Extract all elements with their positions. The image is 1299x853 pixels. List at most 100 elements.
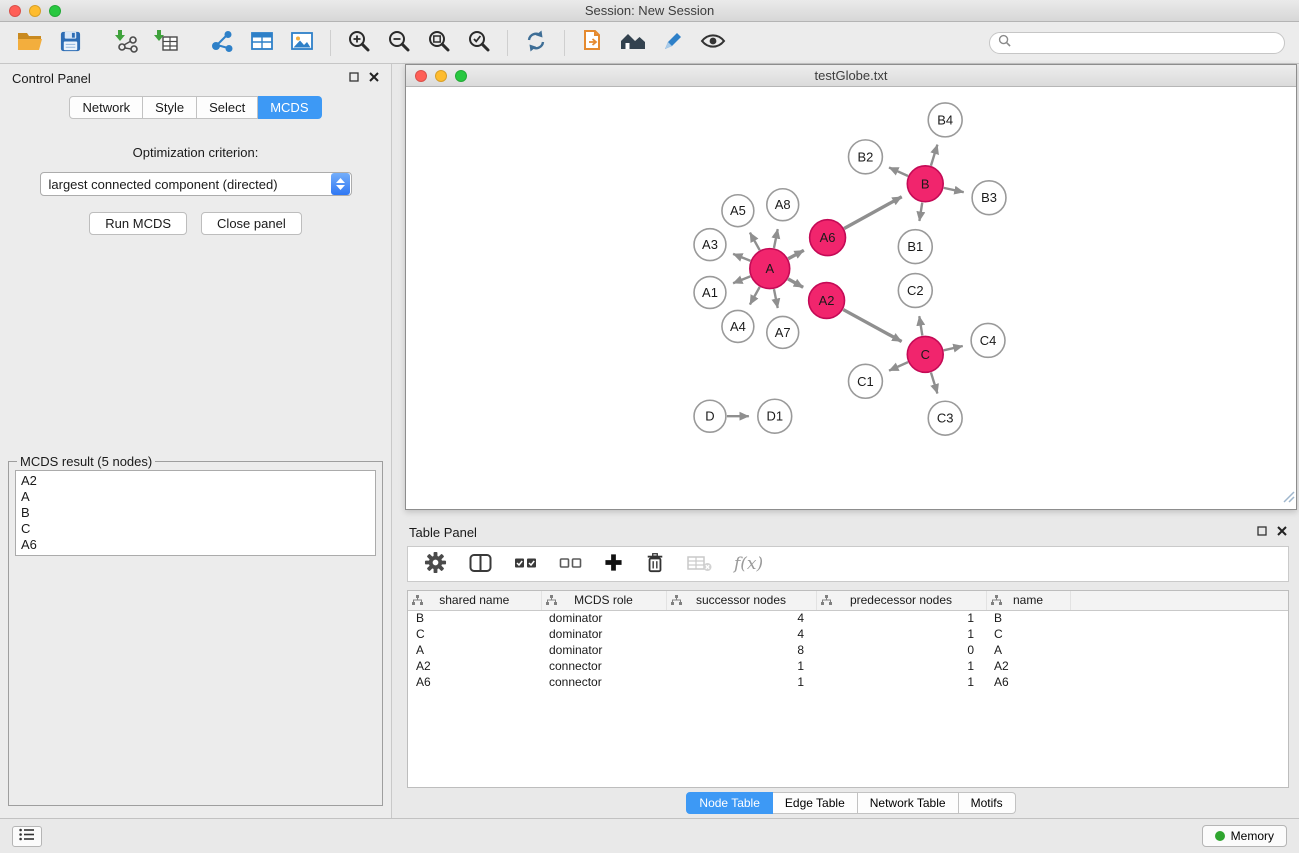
edge-C-C1[interactable]: [889, 362, 908, 370]
node-A[interactable]: A: [750, 249, 790, 289]
result-item[interactable]: B: [16, 505, 375, 521]
search-field[interactable]: [989, 32, 1285, 54]
column-header-name[interactable]: name: [986, 591, 1070, 610]
tab-style[interactable]: Style: [143, 96, 197, 119]
export-image-button[interactable]: [285, 27, 319, 59]
open-session-button[interactable]: [13, 27, 47, 59]
column-header-predecessor-nodes[interactable]: predecessor nodes: [816, 591, 986, 610]
edge-A-A8[interactable]: [774, 229, 778, 248]
edge-A-A4[interactable]: [750, 287, 760, 305]
node-A3[interactable]: A3: [694, 229, 726, 261]
show-hide-button[interactable]: [696, 27, 730, 59]
select-all-button[interactable]: [514, 555, 537, 574]
edge-A2-C[interactable]: [843, 310, 901, 342]
edge-A6-B[interactable]: [844, 197, 902, 229]
new-table-button[interactable]: [245, 27, 279, 59]
apply-style-button[interactable]: [656, 27, 690, 59]
column-header-MCDS-role[interactable]: MCDS role: [541, 591, 666, 610]
node-C[interactable]: C: [907, 336, 943, 372]
window-resize-handle[interactable]: [1283, 490, 1295, 508]
table-row[interactable]: Cdominator41C: [408, 626, 1288, 642]
float-table-panel-icon[interactable]: [1257, 523, 1267, 541]
node-A2[interactable]: A2: [809, 283, 845, 319]
column-header-successor-nodes[interactable]: successor nodes: [666, 591, 816, 610]
edge-A-A6[interactable]: [788, 250, 804, 258]
tab-select[interactable]: Select: [197, 96, 258, 119]
node-B4[interactable]: B4: [928, 103, 962, 137]
result-item[interactable]: C: [16, 521, 375, 537]
close-window-button[interactable]: [9, 5, 21, 17]
delete-column-button[interactable]: [645, 552, 665, 577]
edge-C-C2[interactable]: [919, 316, 922, 335]
function-builder-button[interactable]: f(x): [734, 554, 763, 574]
edge-A-A3[interactable]: [733, 254, 750, 261]
result-item[interactable]: A6: [16, 537, 375, 553]
network-close-button[interactable]: [415, 70, 427, 82]
zoom-out-button[interactable]: [382, 27, 416, 59]
tab-edge-table[interactable]: Edge Table: [773, 792, 858, 814]
float-panel-icon[interactable]: [349, 69, 359, 87]
node-A1[interactable]: A1: [694, 277, 726, 309]
import-table-button[interactable]: [149, 27, 183, 59]
table-row[interactable]: A2connector11A2: [408, 658, 1288, 674]
tab-network[interactable]: Network: [69, 96, 143, 119]
column-header-shared-name[interactable]: shared name: [408, 591, 541, 610]
show-columns-button[interactable]: [469, 553, 492, 576]
deselect-all-button[interactable]: [559, 555, 582, 574]
close-panel-icon[interactable]: [369, 69, 379, 87]
edge-C-C3[interactable]: [931, 372, 937, 393]
edge-B-B1[interactable]: [919, 203, 922, 221]
node-D1[interactable]: D1: [758, 399, 792, 433]
save-session-button[interactable]: [53, 27, 87, 59]
close-table-panel-icon[interactable]: [1277, 523, 1287, 541]
zoom-selected-button[interactable]: [462, 27, 496, 59]
node-C3[interactable]: C3: [928, 401, 962, 435]
edge-C-C4[interactable]: [944, 346, 963, 350]
node-B2[interactable]: B2: [849, 140, 883, 174]
tab-mcds[interactable]: MCDS: [258, 96, 321, 119]
memory-button[interactable]: Memory: [1202, 825, 1287, 847]
network-graph[interactable]: B4B2BB3A5A8A6A3B1AA1C2A2A4A7C4CC1DD1C3: [406, 87, 1296, 509]
result-item[interactable]: A2: [16, 473, 375, 489]
node-C4[interactable]: C4: [971, 323, 1005, 357]
table-row[interactable]: Bdominator41B: [408, 610, 1288, 626]
home-view-button[interactable]: [616, 27, 650, 59]
node-C1[interactable]: C1: [849, 364, 883, 398]
paste-button[interactable]: [576, 27, 610, 59]
edge-B-B4[interactable]: [931, 145, 937, 166]
edge-B-B2[interactable]: [889, 168, 908, 176]
node-A4[interactable]: A4: [722, 310, 754, 342]
mcds-result-list[interactable]: A2ABCA6: [15, 470, 376, 556]
add-column-button[interactable]: [604, 553, 623, 575]
close-panel-button[interactable]: Close panel: [201, 212, 302, 235]
edge-A-A5[interactable]: [750, 233, 760, 251]
tab-motifs[interactable]: Motifs: [959, 792, 1016, 814]
node-C2[interactable]: C2: [898, 274, 932, 308]
tab-network-table[interactable]: Network Table: [858, 792, 959, 814]
edge-A-A7[interactable]: [774, 289, 778, 308]
delete-table-button[interactable]: [687, 554, 712, 575]
node-A5[interactable]: A5: [722, 195, 754, 227]
edge-A-A2[interactable]: [788, 279, 803, 287]
tab-node-table[interactable]: Node Table: [686, 792, 773, 814]
network-minimize-button[interactable]: [435, 70, 447, 82]
node-A8[interactable]: A8: [767, 189, 799, 221]
table-row[interactable]: A6connector11A6: [408, 674, 1288, 690]
edge-A-A1[interactable]: [733, 276, 750, 283]
minimize-window-button[interactable]: [29, 5, 41, 17]
network-canvas[interactable]: B4B2BB3A5A8A6A3B1AA1C2A2A4A7C4CC1DD1C3: [406, 87, 1296, 509]
node-B3[interactable]: B3: [972, 181, 1006, 215]
result-item[interactable]: A: [16, 489, 375, 505]
run-mcds-button[interactable]: Run MCDS: [89, 212, 187, 235]
task-history-button[interactable]: [12, 826, 42, 847]
edge-B-B3[interactable]: [944, 188, 964, 192]
new-network-button[interactable]: [205, 27, 239, 59]
node-table[interactable]: shared nameMCDS rolesuccessor nodesprede…: [407, 590, 1289, 788]
node-B1[interactable]: B1: [898, 230, 932, 264]
search-input[interactable]: [1016, 35, 1276, 50]
zoom-window-button[interactable]: [49, 5, 61, 17]
import-network-button[interactable]: [109, 27, 143, 59]
criterion-dropdown[interactable]: largest connected component (directed): [40, 172, 352, 196]
node-D[interactable]: D: [694, 400, 726, 432]
node-A7[interactable]: A7: [767, 316, 799, 348]
